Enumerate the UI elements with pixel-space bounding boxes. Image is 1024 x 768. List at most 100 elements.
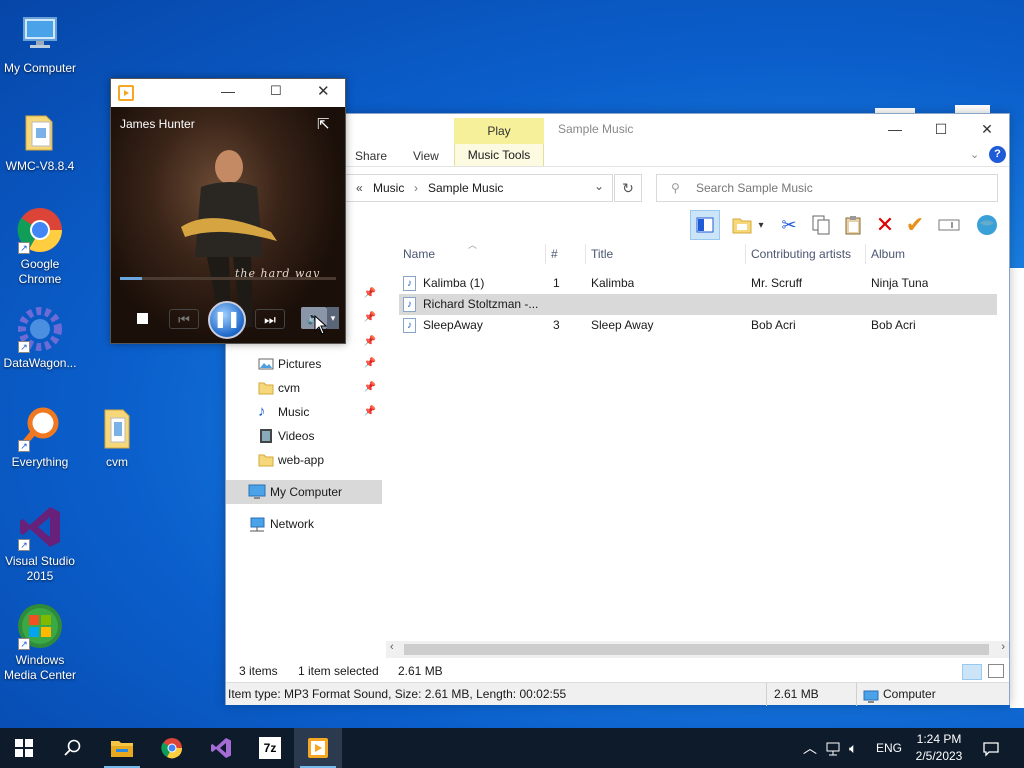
rename-icon[interactable] xyxy=(934,210,964,240)
file-explorer-icon xyxy=(111,741,133,757)
file-album: Bob Acri xyxy=(871,318,916,332)
search-input[interactable]: ⚲ Search Sample Music xyxy=(656,174,998,202)
desktop-icon-chrome[interactable]: ↗ Google Chrome xyxy=(0,206,80,287)
speaker-icon[interactable]: 🔈︎ xyxy=(849,728,857,768)
windows-logo-icon: ↗ xyxy=(16,602,64,650)
details-info: Item type: MP3 Format Sound, Size: 2.61 … xyxy=(228,687,567,701)
address-bar[interactable]: « Music › Sample Music ⌄ xyxy=(341,174,613,202)
desktop-icon-wmc[interactable]: WMC-V8.8.4 xyxy=(0,108,80,174)
taskbar-7zip[interactable]: 7z xyxy=(246,728,294,768)
breadcrumb-sample-music[interactable]: Sample Music xyxy=(428,181,503,195)
column-header-name[interactable]: Name xyxy=(403,242,435,266)
horizontal-scrollbar[interactable]: ‹ › xyxy=(386,641,1009,658)
column-separator[interactable] xyxy=(865,244,866,264)
show-hidden-icons-icon[interactable]: ︿ xyxy=(803,728,817,768)
desktop-icon-my-computer[interactable]: My Computer xyxy=(0,10,80,76)
file-title: Sleep Away xyxy=(591,318,654,332)
status-selected-size: 2.61 MB xyxy=(398,664,443,678)
nav-item-music[interactable]: ♪ Music 📌 xyxy=(226,400,382,424)
column-header-album[interactable]: Album xyxy=(871,242,905,266)
desktop-icon-visual-studio[interactable]: ↗ Visual Studio 2015 xyxy=(0,503,80,584)
folder-view-icon[interactable] xyxy=(727,210,757,240)
action-center-icon[interactable] xyxy=(983,728,999,768)
column-header-title[interactable]: Title xyxy=(591,242,613,266)
nav-item-web-app[interactable]: web-app xyxy=(226,448,382,472)
nav-item-videos[interactable]: Videos xyxy=(226,424,382,448)
nav-item-my-computer[interactable]: My Computer xyxy=(226,480,382,504)
scrollbar-thumb[interactable] xyxy=(404,644,989,655)
desktop-icon-windows-media-center[interactable]: ↗ Windows Media Center xyxy=(0,602,80,683)
scroll-left-icon[interactable]: ‹ xyxy=(390,641,394,653)
desktop-icon-datawagon[interactable]: ↗ DataWagon... xyxy=(0,305,80,371)
network-status-icon[interactable] xyxy=(825,728,843,768)
desktop-icon-label: WMC-V8.8.4 xyxy=(5,159,75,173)
minimize-button[interactable]: — xyxy=(872,116,918,142)
contextual-tab-play[interactable]: Play xyxy=(454,118,544,144)
stop-icon[interactable] xyxy=(137,313,148,324)
clock[interactable]: 1:24 PM 2/5/2023 xyxy=(905,731,973,765)
large-icons-view-icon[interactable] xyxy=(988,664,1004,678)
expand-ribbon-icon[interactable]: ⌄ xyxy=(970,148,979,161)
switch-to-library-icon[interactable]: ⇱ xyxy=(317,115,330,133)
previous-icon[interactable]: ⏮ xyxy=(169,309,199,329)
maximize-button[interactable]: ☐ xyxy=(270,83,282,99)
chevron-down-icon[interactable]: ▾ xyxy=(327,307,339,329)
desktop-icon-label: Everything xyxy=(11,455,69,469)
tab-view[interactable]: View xyxy=(413,149,439,163)
computer-icon xyxy=(863,688,879,711)
seek-bar[interactable] xyxy=(120,277,336,280)
globe-icon[interactable] xyxy=(972,210,1002,240)
next-icon[interactable]: ⏭ xyxy=(255,309,285,329)
search-icon: ⚲ xyxy=(671,181,680,195)
column-separator[interactable] xyxy=(545,244,546,264)
address-overflow-icon[interactable]: « xyxy=(356,181,363,195)
cut-icon[interactable]: ✂ xyxy=(774,210,804,240)
videos-icon xyxy=(258,428,274,444)
file-row[interactable]: ♪ Kalimba (1) 1 Kalimba Mr. Scruff Ninja… xyxy=(399,273,997,294)
folder-icon xyxy=(16,108,64,156)
paste-icon[interactable] xyxy=(838,210,868,240)
visual-studio-icon: ↗ xyxy=(16,503,64,551)
refresh-button[interactable]: ↻ xyxy=(614,174,642,202)
nav-item-label: Music xyxy=(278,405,310,419)
language-indicator[interactable]: ENG xyxy=(876,728,902,768)
nav-item-network[interactable]: Network xyxy=(226,512,382,536)
details-divider xyxy=(856,683,857,706)
scroll-right-icon[interactable]: › xyxy=(1001,641,1005,653)
chrome-icon: ↗ xyxy=(16,206,64,254)
taskbar-chrome[interactable] xyxy=(148,728,196,768)
close-button[interactable]: ✕ xyxy=(317,82,330,100)
nav-item-pictures[interactable]: Pictures 📌 xyxy=(226,352,382,376)
chevron-down-icon[interactable]: ⌄ xyxy=(594,179,604,193)
preview-pane-icon[interactable] xyxy=(690,210,720,240)
maximize-button[interactable]: ☐ xyxy=(918,116,964,142)
start-button[interactable] xyxy=(0,728,48,768)
taskbar-search-button[interactable] xyxy=(48,728,96,768)
column-separator[interactable] xyxy=(745,244,746,264)
tab-share[interactable]: Share xyxy=(355,149,387,163)
player-titlebar: — ☐ ✕ xyxy=(111,79,345,107)
close-button[interactable]: ✕ xyxy=(964,116,1010,142)
file-artist: Mr. Scruff xyxy=(751,276,803,290)
column-header-number[interactable]: # xyxy=(551,242,558,266)
column-header-contributing-artists[interactable]: Contributing artists xyxy=(751,242,851,266)
taskbar-media-player[interactable] xyxy=(294,728,342,768)
checkmark-icon[interactable]: ✔ xyxy=(900,210,930,240)
breadcrumb-music[interactable]: Music xyxy=(373,181,404,195)
nav-item-cvm[interactable]: cvm 📌 xyxy=(226,376,382,400)
column-separator[interactable] xyxy=(585,244,586,264)
taskbar-file-explorer[interactable] xyxy=(98,728,146,768)
help-icon[interactable]: ? xyxy=(989,146,1006,163)
chevron-down-icon[interactable]: ▾ xyxy=(754,210,768,240)
tab-music-tools[interactable]: Music Tools xyxy=(454,144,544,166)
delete-icon[interactable]: ✕ xyxy=(870,210,900,240)
desktop-icon-cvm[interactable]: cvm xyxy=(77,404,157,470)
file-row[interactable]: ♪ SleepAway 3 Sleep Away Bob Acri Bob Ac… xyxy=(399,315,997,336)
desktop-icon-everything[interactable]: ↗ Everything xyxy=(0,404,80,470)
minimize-button[interactable]: — xyxy=(221,83,235,99)
file-row-selected[interactable]: ♪ Richard Stoltzman -... xyxy=(399,294,997,315)
copy-icon[interactable] xyxy=(806,210,836,240)
details-view-icon[interactable] xyxy=(962,664,982,680)
taskbar-visual-studio[interactable] xyxy=(197,728,245,768)
pause-button[interactable]: ❚❚ xyxy=(208,301,246,339)
